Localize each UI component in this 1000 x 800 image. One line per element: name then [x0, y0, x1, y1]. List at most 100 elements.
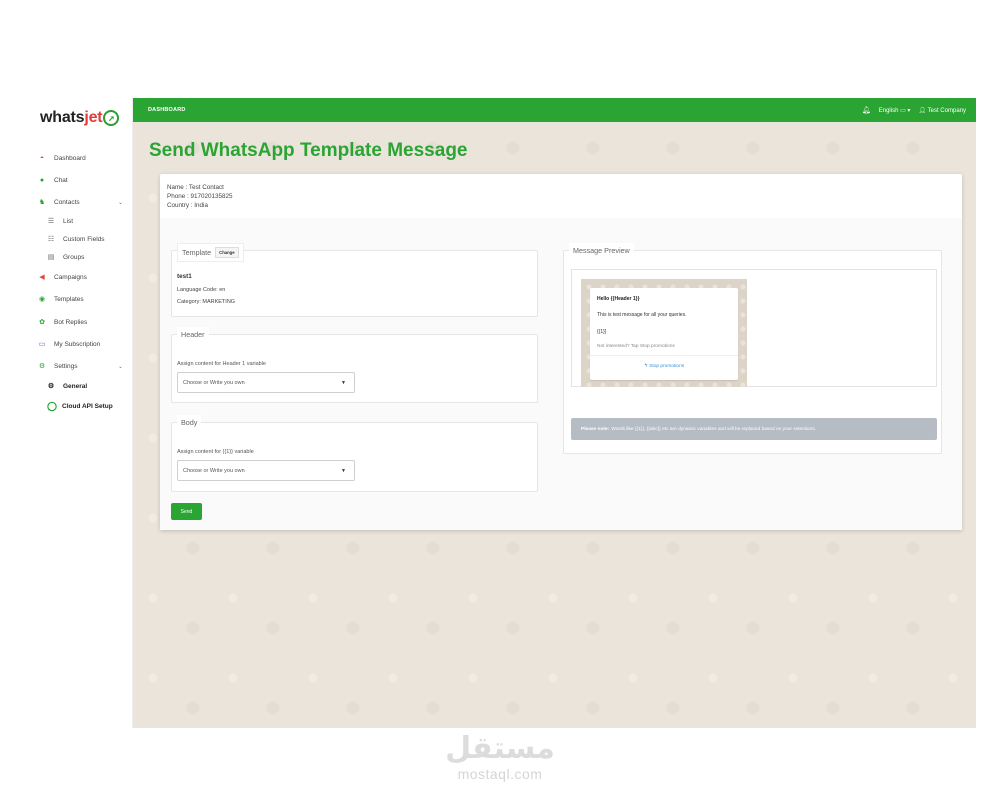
sidebar: whats jet ➚ ◓ Dashboard ● Chat ♞ Contacts… — [32, 98, 133, 728]
divider — [590, 355, 738, 356]
topbar-right: 🔔︎ English ▭ ▾ 👤︎ Test Company — [862, 106, 966, 114]
sidebar-item-list[interactable]: ☰ List — [32, 213, 132, 229]
watermark-arabic: مستقل — [445, 731, 555, 766]
caret-down-icon: ▼ — [341, 379, 346, 386]
header-variable-label: Assign content for Header 1 variable — [177, 361, 266, 367]
chat-icon: ● — [39, 176, 45, 184]
user-icon: 👤︎ — [918, 107, 927, 114]
sidebar-item-label: Custom Fields — [63, 235, 105, 243]
sidebar-item-general[interactable]: ⚙ General — [32, 378, 132, 394]
template-fieldset: Template Change test1 Language Code: en … — [171, 243, 538, 317]
note-label: Please note: — [581, 426, 610, 432]
sidebar-item-label: My Subscription — [54, 340, 101, 348]
sidebar-item-label: Chat — [54, 176, 68, 184]
watermark-latin: mostaql.com — [457, 766, 543, 782]
sidebar-item-label: Bot Replies — [54, 318, 88, 326]
template-category: Category: MARKETING — [177, 299, 236, 305]
whatsapp-icon — [47, 401, 57, 412]
template-language: Language Code: en — [177, 287, 226, 293]
sidebar-item-cloud-api-setup[interactable]: Cloud API Setup — [32, 398, 132, 414]
app-window: whats jet ➚ ◓ Dashboard ● Chat ♞ Contacts… — [32, 98, 976, 728]
preview-variable: {{1}} — [597, 329, 607, 335]
header-fieldset: Header Assign content for Header 1 varia… — [171, 327, 538, 403]
language-selector[interactable]: English ▭ ▾ — [879, 107, 911, 114]
stop-promotions-button[interactable]: ↰ Stop promotions — [590, 364, 738, 369]
header-legend: Header — [177, 327, 209, 342]
change-template-button[interactable]: Change — [215, 247, 239, 258]
top-bar: DASHBOARD 🔔︎ English ▭ ▾ 👤︎ Test Company — [133, 98, 976, 122]
message-bubble: Hello {{Header 1}} This is test message … — [590, 288, 738, 380]
chevron-down-icon: ⌄ — [117, 199, 123, 206]
sidebar-item-settings[interactable]: ⚙ Settings ⌄ — [32, 358, 132, 374]
gauge-icon: ◓ — [39, 154, 45, 162]
body-legend: Body — [177, 415, 202, 430]
preview-body: This is test message for all your querie… — [597, 312, 687, 318]
chat-background: Hello {{Header 1}} This is test message … — [581, 279, 747, 387]
brand-name-part1: whats — [40, 109, 85, 126]
sidebar-item-campaigns[interactable]: ◀ Campaigns — [32, 269, 132, 285]
contact-country: Country : India — [167, 202, 208, 209]
sidebar-item-custom-fields[interactable]: ☷ Custom Fields — [32, 231, 132, 247]
sidebar-item-label: Templates — [54, 295, 84, 303]
sidebar-item-label: Contacts — [54, 198, 80, 206]
message-card: Name : Test Contact Phone : 917020135825… — [160, 174, 962, 530]
send-button[interactable]: Send — [171, 503, 202, 520]
page-title: Send WhatsApp Template Message — [149, 140, 468, 161]
body-fieldset: Body Assign content for {{1}} variable C… — [171, 415, 538, 492]
template-legend: Template Change — [177, 243, 244, 262]
preview-header: Hello {{Header 1}} — [597, 296, 640, 302]
select-value: Choose or Write you own — [183, 379, 245, 386]
user-menu[interactable]: 👤︎ Test Company — [918, 107, 966, 114]
sidebar-item-groups[interactable]: ▤ Groups — [32, 249, 132, 265]
flag-icon: ▭ ▾ — [900, 107, 911, 114]
preview-frame: Hello {{Header 1}} This is test message … — [571, 269, 937, 387]
contact-name: Name : Test Contact — [167, 184, 224, 191]
stop-promotions-label: Stop promotions — [649, 364, 685, 369]
variables-note: Please note: Words like {{1}}, {{abc}} e… — [571, 418, 937, 440]
watermark: مستقل mostaql.com — [0, 731, 1000, 783]
note-text: Words like {{1}}, {{abc}} etc are dynami… — [611, 426, 816, 432]
header-variable-select[interactable]: Choose or Write you own ▼ — [177, 372, 355, 393]
users-icon: ♞ — [38, 199, 46, 206]
sidebar-item-label: Groups — [63, 253, 85, 261]
bell-icon[interactable]: 🔔︎ — [862, 106, 871, 114]
groups-icon: ▤ — [47, 254, 55, 261]
list-icon: ☰ — [47, 218, 55, 225]
caret-down-icon: ▼ — [341, 467, 346, 474]
sidebar-item-contacts[interactable]: ♞ Contacts ⌄ — [32, 194, 132, 210]
sidebar-item-dashboard[interactable]: ◓ Dashboard — [32, 150, 132, 166]
body-variable-select[interactable]: Choose or Write you own ▼ — [177, 460, 355, 481]
contact-phone: Phone : 917020135825 — [167, 193, 233, 200]
brand-logo[interactable]: whats jet ➚ — [40, 107, 120, 129]
sidebar-item-label: General — [63, 382, 88, 390]
brand-name-part2: jet — [84, 109, 103, 126]
sidebar-item-label: List — [63, 217, 74, 225]
contact-info: Name : Test Contact Phone : 917020135825… — [167, 183, 232, 210]
language-label: English — [878, 107, 899, 114]
form-area: Template Change test1 Language Code: en … — [160, 218, 962, 530]
gear-icon: ⚙ — [47, 383, 55, 390]
bot-icon: ✿ — [39, 319, 45, 326]
template-icon: ◉ — [38, 296, 46, 303]
fields-icon: ☷ — [47, 236, 55, 243]
gears-icon: ⚙ — [38, 363, 46, 370]
select-value: Choose or Write you own — [183, 467, 245, 474]
rocket-icon: ➚ — [103, 110, 120, 126]
chevron-down-icon: ⌄ — [117, 363, 123, 370]
template-name: test1 — [177, 273, 192, 280]
body-variable-label: Assign content for {{1}} variable — [177, 449, 254, 455]
sidebar-item-label: Cloud API Setup — [62, 402, 113, 410]
preview-fieldset: Message Preview Hello {{Header 1}} This … — [563, 243, 942, 454]
template-legend-label: Template — [182, 248, 212, 257]
sidebar-item-bot-replies[interactable]: ✿ Bot Replies — [32, 314, 132, 330]
sidebar-item-templates[interactable]: ◉ Templates — [32, 291, 132, 307]
sidebar-item-chat[interactable]: ● Chat — [32, 172, 132, 188]
megaphone-icon: ◀ — [39, 274, 45, 281]
breadcrumb[interactable]: DASHBOARD — [148, 107, 186, 113]
sidebar-item-label: Settings — [54, 362, 78, 370]
main-content: DASHBOARD 🔔︎ English ▭ ▾ 👤︎ Test Company… — [133, 98, 976, 728]
preview-legend: Message Preview — [569, 243, 634, 258]
sidebar-item-my-subscription[interactable]: ▭ My Subscription — [32, 336, 132, 352]
user-name: Test Company — [927, 107, 966, 114]
sidebar-item-label: Campaigns — [54, 273, 87, 281]
